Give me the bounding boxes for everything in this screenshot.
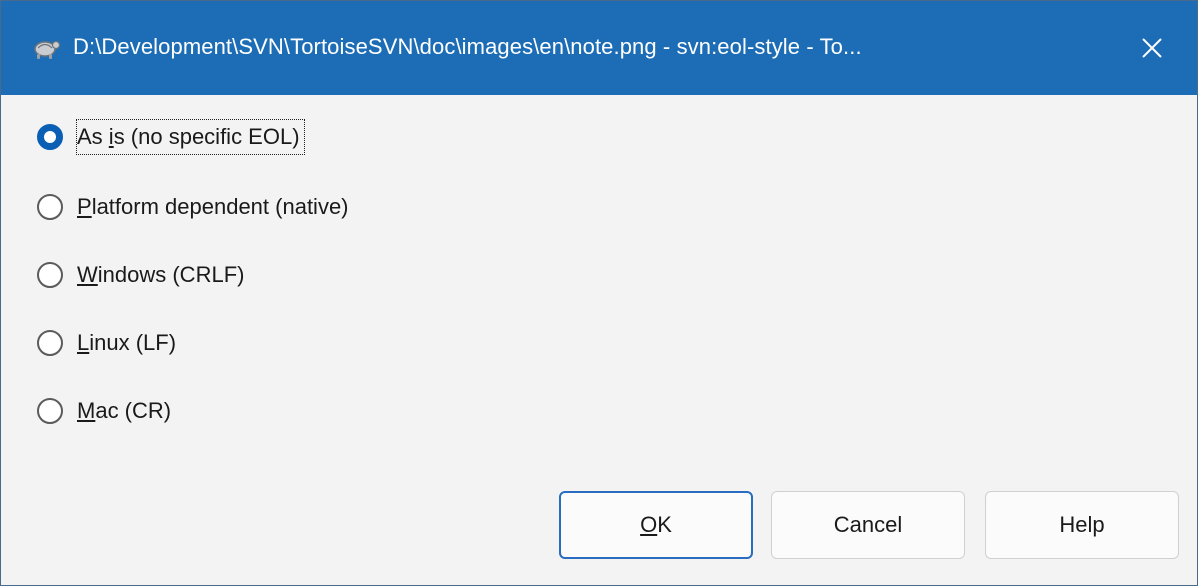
radio-button-checked[interactable] — [37, 124, 63, 150]
radio-option-platform-dependent[interactable]: Platform dependent (native) — [37, 187, 353, 227]
radio-label: Windows (CRLF) — [77, 262, 245, 287]
radio-option-linux[interactable]: Linux (LF) — [37, 323, 180, 363]
radio-button[interactable] — [37, 262, 63, 288]
close-button[interactable] — [1107, 1, 1197, 95]
help-button[interactable]: Help — [985, 491, 1179, 559]
radio-label: Linux (LF) — [77, 330, 177, 355]
radio-button[interactable] — [37, 330, 63, 356]
window-title: D:\Development\SVN\TortoiseSVN\doc\image… — [73, 34, 862, 59]
radio-button[interactable] — [37, 194, 63, 220]
eol-style-dialog: D:\Development\SVN\TortoiseSVN\doc\image… — [0, 0, 1198, 586]
radio-button[interactable] — [37, 398, 63, 424]
radio-option-windows[interactable]: Windows (CRLF) — [37, 255, 248, 295]
cancel-button[interactable]: Cancel — [771, 491, 965, 559]
ok-button[interactable]: OK — [559, 491, 753, 559]
dialog-content: As is (no specific EOL) Platform depende… — [1, 95, 1197, 585]
radio-option-as-is[interactable]: As is (no specific EOL) — [37, 117, 305, 157]
title-bar[interactable]: D:\Development\SVN\TortoiseSVN\doc\image… — [1, 1, 1197, 95]
radio-label: As is (no specific EOL) — [76, 119, 305, 155]
close-icon — [1142, 38, 1162, 58]
radio-label: Mac (CR) — [77, 398, 172, 423]
radio-label: Platform dependent (native) — [77, 194, 349, 219]
tortoise-icon — [34, 40, 61, 59]
radio-option-mac[interactable]: Mac (CR) — [37, 391, 175, 431]
